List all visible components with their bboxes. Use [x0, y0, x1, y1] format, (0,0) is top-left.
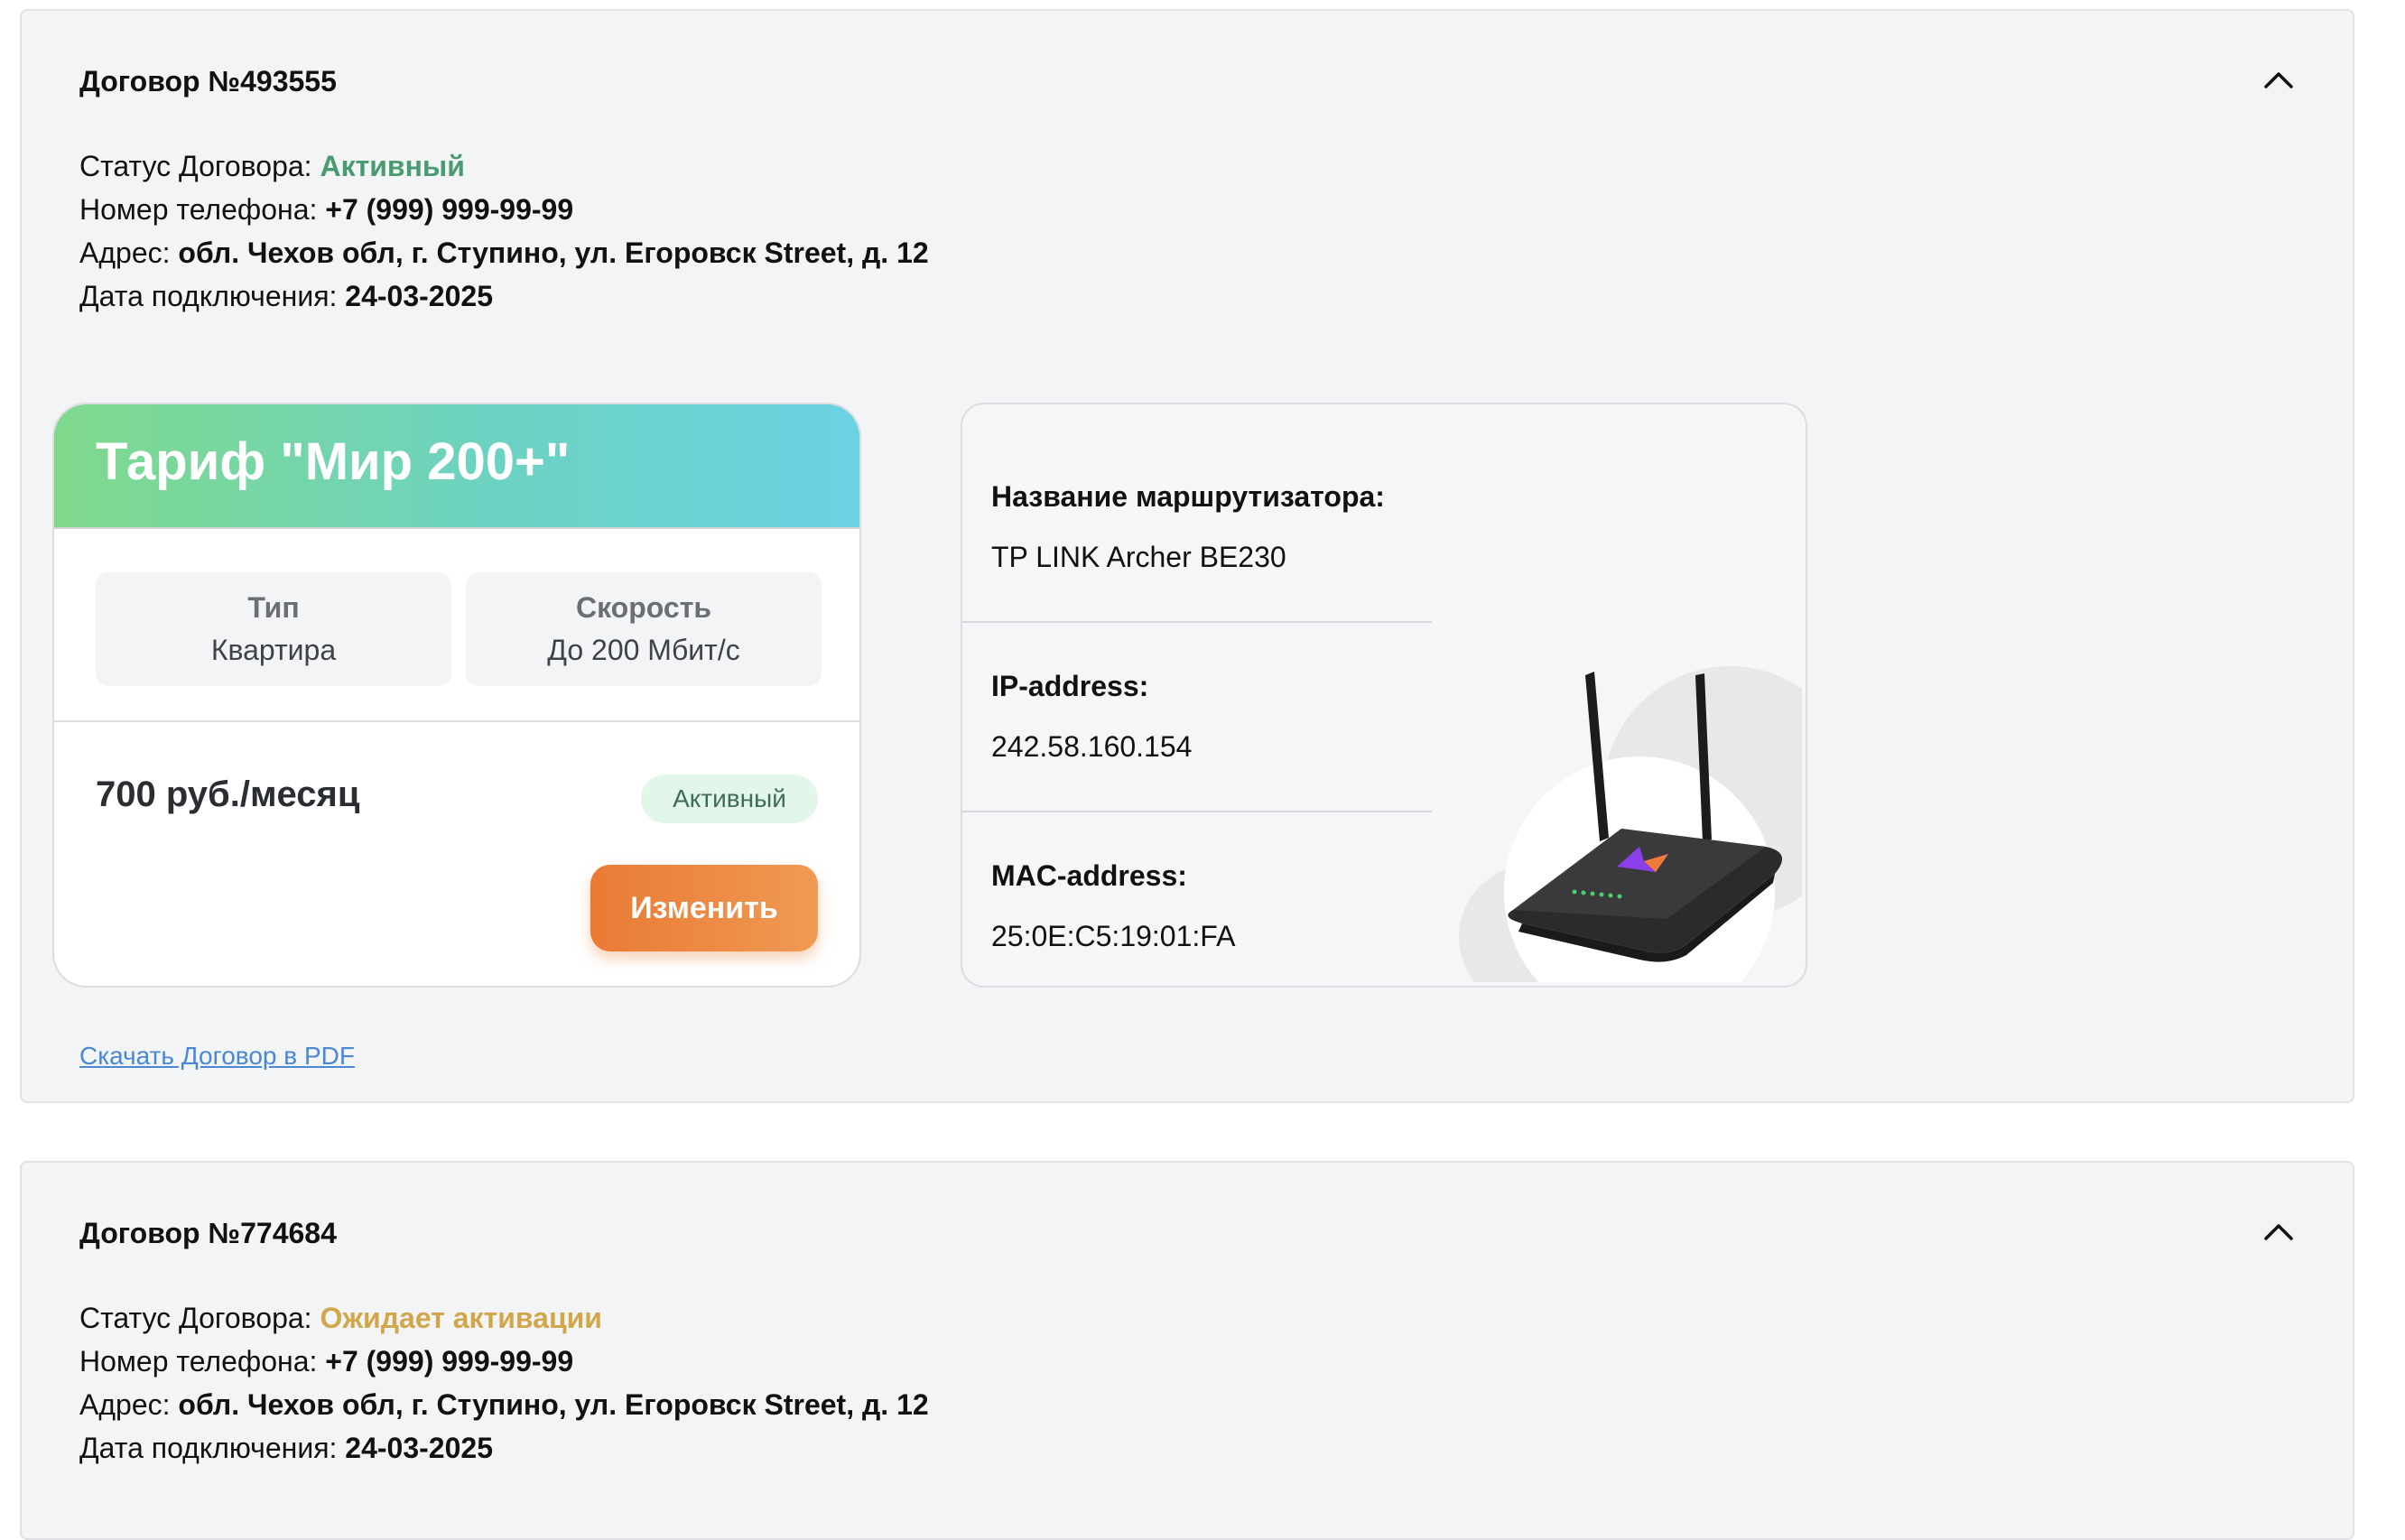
contract-info: Статус Договора: Ожидает активации Номер…: [79, 1296, 929, 1470]
tariff-speed: Скорость До 200 Мбит/с: [466, 572, 822, 686]
contract-card-493555: Договор №493555 Статус Договора: Активны…: [20, 9, 2354, 1103]
speed-label: Скорость: [575, 591, 712, 624]
date-line: Дата подключения: 24-03-2025: [79, 1426, 929, 1470]
router-name-label: Название маршрутизатора:: [991, 480, 1385, 513]
router-image: [1459, 666, 1802, 982]
address-value: обл. Чехов обл, г. Ступино, ул. Егоровск…: [178, 1388, 929, 1421]
date-value: 24-03-2025: [345, 280, 493, 312]
tariff-header: Тариф "Мир 200+": [54, 404, 859, 529]
router-mac-label: MAC-address:: [991, 859, 1187, 892]
address-line: Адрес: обл. Чехов обл, г. Ступино, ул. Е…: [79, 1383, 929, 1426]
address-label: Адрес:: [79, 1388, 171, 1421]
type-label: Тип: [247, 591, 300, 624]
status-label: Статус Договора:: [79, 1302, 312, 1334]
speed-value: До 200 Мбит/с: [547, 634, 740, 666]
date-value: 24-03-2025: [345, 1432, 493, 1464]
status-value: Ожидает активации: [320, 1302, 602, 1334]
status-label: Статус Договора:: [79, 150, 312, 182]
router-ip-label: IP-address:: [991, 670, 1149, 702]
status-value: Активный: [320, 150, 465, 182]
router-card: Название маршрутизатора: TP LINK Archer …: [961, 403, 1807, 988]
chevron-up-icon[interactable]: [2262, 69, 2295, 90]
status-line: Статус Договора: Ожидает активации: [79, 1296, 929, 1340]
download-pdf-link[interactable]: Скачать Договор в PDF: [79, 1042, 355, 1071]
router-ip-field: IP-address: 242.58.160.154: [991, 670, 1192, 764]
page: Договор №493555 Статус Договора: Активны…: [0, 0, 2405, 1540]
router-name-value: TP LINK Archer BE230: [991, 541, 1286, 573]
address-value: обл. Чехов обл, г. Ступино, ул. Егоровск…: [178, 237, 929, 269]
date-label: Дата подключения:: [79, 1432, 338, 1464]
phone-line: Номер телефона: +7 (999) 999-99-99: [79, 1340, 929, 1383]
address-line: Адрес: обл. Чехов обл, г. Ступино, ул. Е…: [79, 231, 929, 274]
tariff-price: 700 руб./месяц: [96, 775, 360, 814]
router-name-field: Название маршрутизатора: TP LINK Archer …: [991, 480, 1385, 574]
phone-value: +7 (999) 999-99-99: [325, 1345, 574, 1378]
tariff-status-badge: Активный: [641, 775, 818, 823]
chevron-up-icon[interactable]: [2262, 1220, 2295, 1242]
phone-line: Номер телефона: +7 (999) 999-99-99: [79, 188, 929, 231]
tariff-params: Тип Квартира Скорость До 200 Мбит/с: [96, 572, 822, 686]
router-mac-value: 25:0E:C5:19:01:FA: [991, 920, 1236, 952]
tariff-name: Тариф "Мир 200+": [96, 432, 571, 491]
router-separator: [962, 811, 1432, 812]
contract-card-774684: Договор №774684 Статус Договора: Ожидает…: [20, 1161, 2354, 1540]
status-line: Статус Договора: Активный: [79, 144, 929, 188]
change-tariff-button[interactable]: Изменить: [590, 865, 818, 951]
contract-title: Договор №774684: [79, 1217, 337, 1249]
contract-title: Договор №493555: [79, 65, 337, 97]
tariff-card: Тариф "Мир 200+" Тип Квартира Скорость Д…: [52, 403, 861, 988]
type-value: Квартира: [210, 634, 337, 666]
address-label: Адрес:: [79, 237, 171, 269]
date-line: Дата подключения: 24-03-2025: [79, 274, 929, 318]
contract-info: Статус Договора: Активный Номер телефона…: [79, 144, 929, 318]
date-label: Дата подключения:: [79, 280, 338, 312]
phone-label: Номер телефона:: [79, 1345, 318, 1378]
router-separator: [962, 621, 1432, 623]
phone-value: +7 (999) 999-99-99: [325, 193, 574, 226]
router-mac-field: MAC-address: 25:0E:C5:19:01:FA: [991, 859, 1235, 953]
phone-label: Номер телефона:: [79, 193, 318, 226]
router-ip-value: 242.58.160.154: [991, 730, 1193, 763]
tariff-type: Тип Квартира: [96, 572, 451, 686]
tariff-divider: [54, 720, 859, 722]
